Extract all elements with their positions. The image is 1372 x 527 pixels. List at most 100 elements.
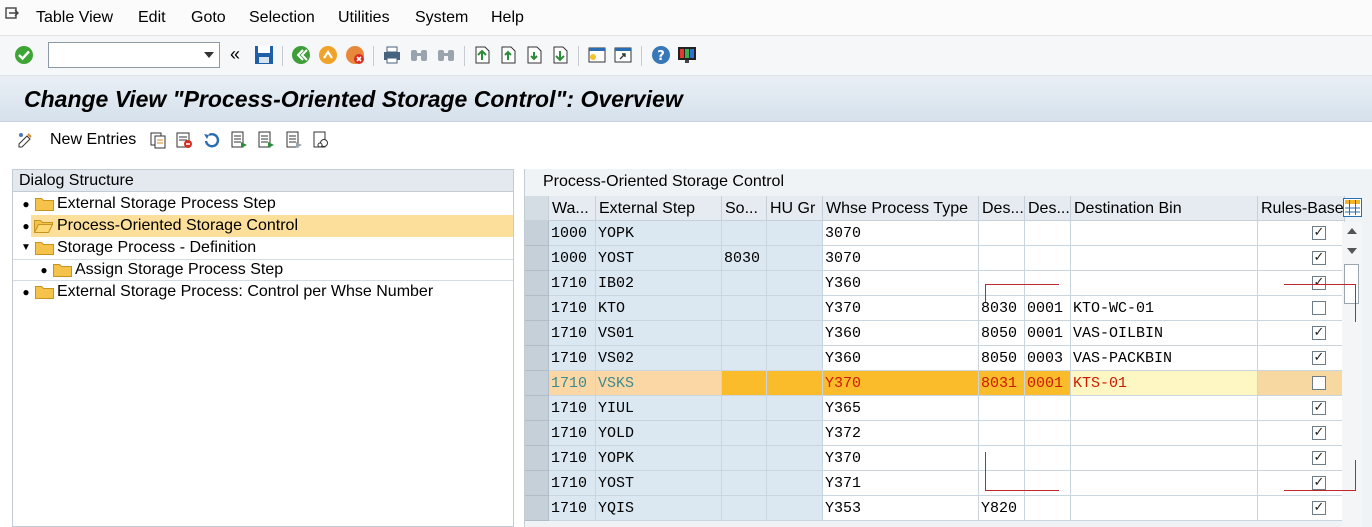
cell-destination-bin[interactable] bbox=[1071, 421, 1258, 446]
row-selector[interactable] bbox=[525, 446, 549, 471]
tree-node-external-storage-process-step[interactable]: ● External Storage Process Step bbox=[21, 193, 513, 215]
column-header-rules-based[interactable]: Rules-Based bbox=[1258, 196, 1345, 221]
cell-whse-process-type[interactable]: Y371 bbox=[823, 471, 979, 496]
table-row[interactable]: 1710 VS01 Y360 8050 0001 VAS-OILBIN ✓ bbox=[525, 321, 1345, 346]
next-page-icon[interactable] bbox=[523, 44, 545, 66]
command-field[interactable] bbox=[48, 42, 220, 68]
cell-destination-type[interactable] bbox=[979, 396, 1025, 421]
menu-help[interactable]: Help bbox=[491, 9, 524, 27]
row-selector[interactable] bbox=[525, 421, 549, 446]
cell-destination-bin[interactable]: KTS-01 bbox=[1071, 371, 1258, 396]
cell-destination-type[interactable]: 8050 bbox=[979, 321, 1025, 346]
column-header-source[interactable]: So... bbox=[722, 196, 767, 221]
tree-expanded-icon[interactable]: ▼ bbox=[21, 237, 31, 259]
tree-node-assign-storage-process-step[interactable]: ● Assign Storage Process Step bbox=[39, 259, 513, 281]
select-all-rows-header[interactable] bbox=[525, 196, 549, 221]
cell-whse-process-type[interactable]: Y365 bbox=[823, 396, 979, 421]
rules-based-checkbox[interactable]: ✓ bbox=[1312, 251, 1326, 265]
column-header-destination-section[interactable]: Des... bbox=[1025, 196, 1071, 221]
menu-edit[interactable]: Edit bbox=[138, 9, 166, 27]
column-settings-icon[interactable] bbox=[1343, 198, 1362, 217]
undo-icon[interactable] bbox=[201, 130, 221, 150]
table-row[interactable]: 1000 YOST 8030 3070 ✓ bbox=[525, 246, 1345, 271]
cell-destination-section[interactable]: 0001 bbox=[1025, 321, 1071, 346]
first-page-icon[interactable] bbox=[471, 44, 493, 66]
back-icon[interactable] bbox=[290, 44, 312, 66]
menu-goto[interactable]: Goto bbox=[191, 9, 226, 27]
table-row[interactable]: 1710 KTO Y370 8030 0001 KTO-WC-01 bbox=[525, 296, 1345, 321]
cell-destination-bin[interactable] bbox=[1071, 271, 1258, 296]
table-row[interactable]: 1710 YOLD Y372 ✓ bbox=[525, 421, 1345, 446]
tree-node-storage-process-definition[interactable]: ▼ Storage Process - Definition bbox=[21, 237, 513, 259]
cell-destination-type[interactable] bbox=[979, 246, 1025, 271]
save-icon[interactable] bbox=[253, 44, 275, 66]
chevron-down-icon[interactable] bbox=[204, 52, 214, 58]
table-row[interactable]: 1000 YOPK 3070 ✓ bbox=[525, 221, 1345, 246]
previous-page-icon[interactable] bbox=[497, 44, 519, 66]
row-selector[interactable] bbox=[525, 246, 549, 271]
history-back-icon[interactable]: « bbox=[230, 44, 240, 65]
cell-whse-process-type[interactable]: Y360 bbox=[823, 271, 979, 296]
cell-destination-section[interactable]: 0001 bbox=[1025, 371, 1071, 396]
row-selector[interactable] bbox=[525, 296, 549, 321]
table-row[interactable]: 1710 VSKS Y370 8031 0001 KTS-01 bbox=[525, 371, 1345, 396]
row-selector[interactable] bbox=[525, 371, 549, 396]
rules-based-checkbox[interactable]: ✓ bbox=[1312, 326, 1326, 340]
copy-as-icon[interactable] bbox=[148, 130, 168, 150]
cell-whse-process-type[interactable]: 3070 bbox=[823, 221, 979, 246]
cell-destination-bin[interactable]: KTO-WC-01 bbox=[1071, 296, 1258, 321]
cell-destination-type[interactable]: Y820 bbox=[979, 496, 1025, 521]
select-all-icon[interactable] bbox=[229, 130, 249, 150]
row-selector[interactable] bbox=[525, 471, 549, 496]
rules-based-checkbox[interactable]: ✓ bbox=[1312, 501, 1326, 515]
help-icon[interactable]: ? bbox=[650, 44, 672, 66]
row-selector[interactable] bbox=[525, 346, 549, 371]
cell-destination-bin[interactable] bbox=[1071, 496, 1258, 521]
row-selector[interactable] bbox=[525, 396, 549, 421]
column-header-hu-group[interactable]: HU Gr bbox=[767, 196, 823, 221]
row-selector[interactable] bbox=[525, 271, 549, 296]
table-row[interactable]: 1710 IB02 Y360 ✓ bbox=[525, 271, 1345, 296]
rules-based-checkbox[interactable]: ✓ bbox=[1312, 226, 1326, 240]
rules-based-checkbox[interactable] bbox=[1312, 376, 1326, 390]
enter-check-icon[interactable] bbox=[13, 44, 35, 66]
last-page-icon[interactable] bbox=[549, 44, 571, 66]
table-row[interactable]: 1710 YQIS Y353 Y820 ✓ bbox=[525, 496, 1345, 521]
table-row[interactable]: 1710 YOPK Y370 ✓ bbox=[525, 446, 1345, 471]
cell-whse-process-type[interactable]: Y360 bbox=[823, 346, 979, 371]
cell-destination-section[interactable] bbox=[1025, 221, 1071, 246]
column-header-external-step[interactable]: External Step bbox=[596, 196, 722, 221]
cell-destination-type[interactable] bbox=[979, 421, 1025, 446]
scroll-down-icon[interactable] bbox=[1347, 248, 1357, 254]
column-header-whse-process-type[interactable]: Whse Process Type bbox=[823, 196, 979, 221]
cell-destination-bin[interactable] bbox=[1071, 396, 1258, 421]
exit-icon[interactable] bbox=[317, 44, 339, 66]
cell-whse-process-type[interactable]: Y370 bbox=[823, 371, 979, 396]
cell-destination-bin[interactable] bbox=[1071, 246, 1258, 271]
row-selector[interactable] bbox=[525, 321, 549, 346]
cell-whse-process-type[interactable]: Y370 bbox=[823, 446, 979, 471]
rules-based-checkbox[interactable]: ✓ bbox=[1312, 426, 1326, 440]
cell-destination-bin[interactable]: VAS-PACKBIN bbox=[1071, 346, 1258, 371]
customize-layout-icon[interactable] bbox=[676, 44, 698, 66]
deselect-all-icon[interactable] bbox=[284, 130, 304, 150]
tree-node-process-oriented-storage-control[interactable]: ● Process-Oriented Storage Control bbox=[22, 215, 513, 237]
cancel-icon[interactable] bbox=[344, 44, 366, 66]
new-entries-button[interactable]: New Entries bbox=[50, 131, 136, 149]
menu-utilities[interactable]: Utilities bbox=[338, 9, 390, 27]
cell-destination-type[interactable]: 8031 bbox=[979, 371, 1025, 396]
cell-whse-process-type[interactable]: Y370 bbox=[823, 296, 979, 321]
rules-based-checkbox[interactable]: ✓ bbox=[1312, 351, 1326, 365]
cell-destination-section[interactable] bbox=[1025, 421, 1071, 446]
find-next-icon[interactable] bbox=[435, 44, 457, 66]
cell-whse-process-type[interactable]: Y372 bbox=[823, 421, 979, 446]
shortcut-icon[interactable] bbox=[612, 44, 634, 66]
rules-based-checkbox[interactable]: ✓ bbox=[1312, 401, 1326, 415]
column-header-destination-bin[interactable]: Destination Bin bbox=[1071, 196, 1258, 221]
cell-destination-bin[interactable] bbox=[1071, 221, 1258, 246]
system-menu-icon[interactable] bbox=[4, 6, 20, 22]
column-header-destination-type[interactable]: Des... bbox=[979, 196, 1025, 221]
cell-destination-bin[interactable]: VAS-OILBIN bbox=[1071, 321, 1258, 346]
row-selector[interactable] bbox=[525, 496, 549, 521]
bc-set-icon[interactable] bbox=[311, 130, 331, 150]
